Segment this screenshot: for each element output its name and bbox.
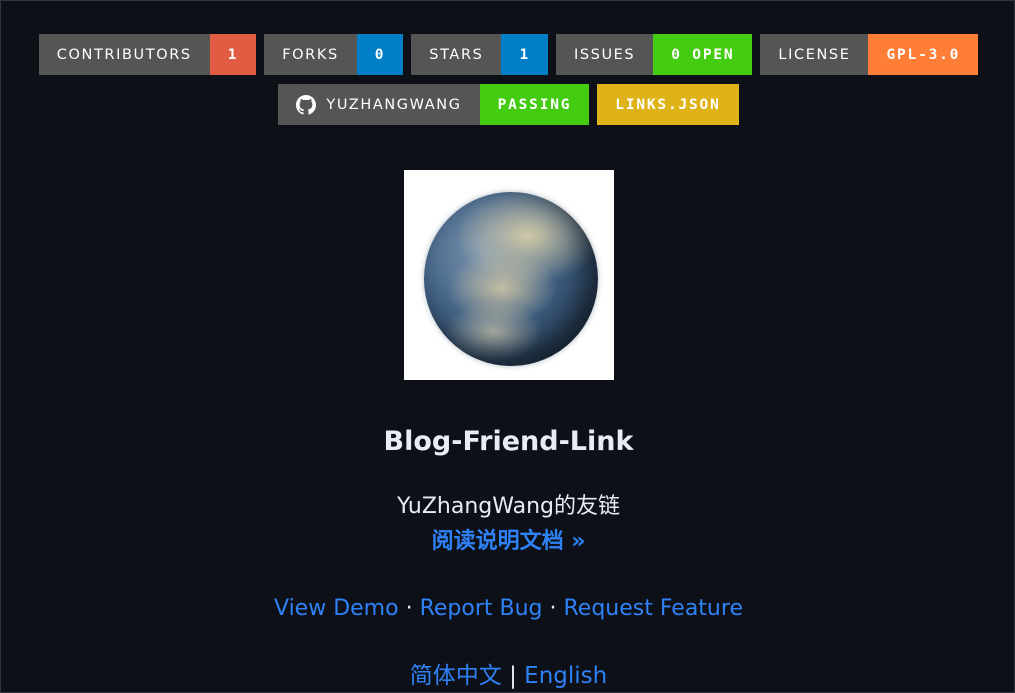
- badge-value: PASSING: [479, 84, 590, 125]
- docs-link-row: 阅读说明文档 »: [1, 523, 1015, 555]
- badge-value: GPL-3.0: [868, 34, 979, 75]
- badge-value: 1: [501, 34, 548, 75]
- badge-label: LICENSE: [760, 34, 869, 75]
- issues-badge[interactable]: ISSUES 0 OPEN: [555, 34, 753, 75]
- stars-badge[interactable]: STARS 1: [411, 34, 548, 75]
- page-title: Blog-Friend-Link: [383, 426, 634, 457]
- lang-en-link[interactable]: English: [524, 663, 607, 689]
- separator: ·: [542, 596, 564, 621]
- license-badge[interactable]: LICENSE GPL-3.0: [760, 34, 979, 75]
- badge-value: LINKS.JSON: [597, 84, 739, 125]
- view-demo-link[interactable]: View Demo: [274, 596, 399, 621]
- project-logo[interactable]: [404, 170, 614, 380]
- separator: |: [501, 663, 525, 689]
- forks-badge[interactable]: FORKS 0: [264, 34, 404, 75]
- contributors-badge[interactable]: CONTRIBUTORS 1: [38, 34, 257, 75]
- separator: ·: [398, 596, 420, 621]
- build-status-badge[interactable]: YUZHANGWANG PASSING: [278, 84, 590, 125]
- badge-label: YUZHANGWANG: [278, 84, 480, 125]
- badges-row-bottom: YUZHANGWANG PASSING LINKS.JSON: [1, 84, 1015, 125]
- badge-label-text: YUZHANGWANG: [326, 96, 462, 113]
- badge-label: STARS: [411, 34, 502, 75]
- badge-label: CONTRIBUTORS: [38, 34, 210, 75]
- lang-zh-link[interactable]: 简体中文: [410, 663, 502, 689]
- page-subtitle: YuZhangWang的友链: [397, 494, 620, 519]
- badge-value: 0: [356, 34, 404, 75]
- badge-value: 0 OPEN: [653, 34, 753, 75]
- badge-label: ISSUES: [555, 34, 654, 75]
- request-feature-link[interactable]: Request Feature: [563, 596, 743, 621]
- action-links: View Demo · Report Bug · Request Feature: [1, 596, 1015, 621]
- report-bug-link[interactable]: Report Bug: [420, 596, 543, 621]
- badge-value: 1: [209, 34, 257, 75]
- github-icon: [296, 94, 317, 115]
- links-json-badge[interactable]: LINKS.JSON: [597, 84, 739, 125]
- language-switcher: 简体中文 | English: [1, 656, 1015, 690]
- read-docs-link[interactable]: 阅读说明文档 »: [432, 529, 586, 554]
- badges-row-top: CONTRIBUTORS 1 FORKS 0 STARS 1 ISSUES 0 …: [1, 34, 1015, 75]
- badge-label: FORKS: [264, 34, 357, 75]
- globe-image: [424, 192, 598, 366]
